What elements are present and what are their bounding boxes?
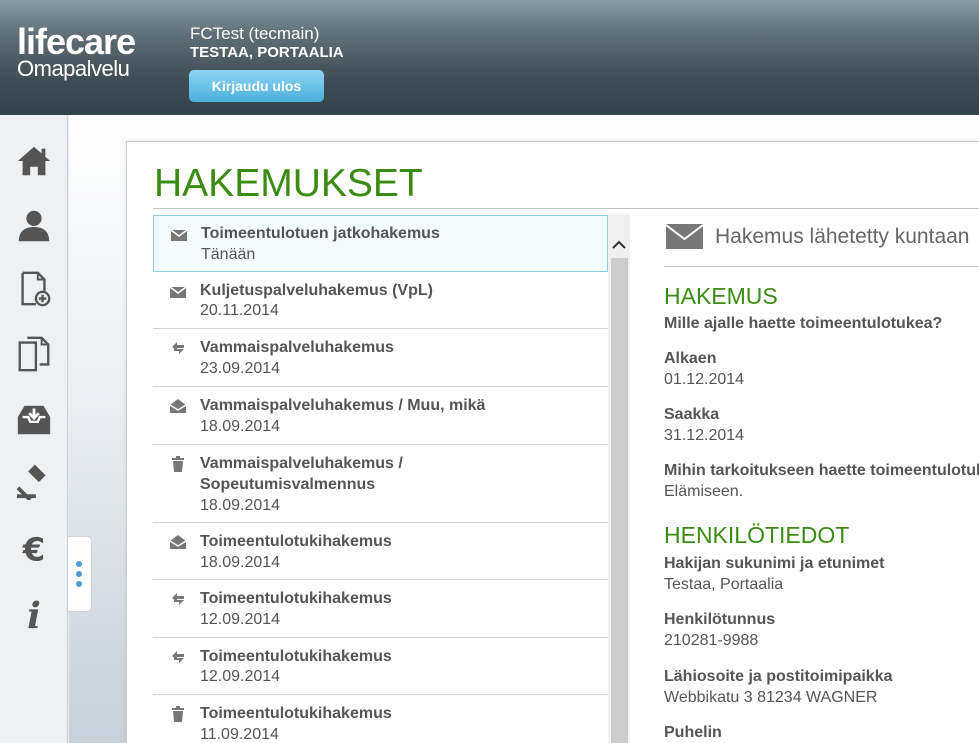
name-value: Testaa, Portaalia — [664, 576, 784, 593]
application-list: Toimeentulotuen jatkohakemus Tänään Kulj… — [153, 214, 608, 743]
user-info: FCTest (tecmain) TESTAA, PORTAALIA — [190, 24, 344, 62]
app-header: lifecare Omapalvelu FCTest (tecmain) TES… — [0, 0, 979, 115]
application-status: Hakemus lähetetty kuntaan — [666, 224, 969, 249]
nav-payments[interactable]: € — [13, 527, 55, 569]
trash-icon — [169, 456, 187, 472]
end-label: Saakka — [664, 406, 720, 423]
envelope-icon — [170, 227, 188, 243]
address-value: Webbikatu 3 81234 WAGNER — [664, 689, 878, 706]
start-label: Alkaen — [664, 350, 717, 367]
list-item-date: 18.09.2014 — [200, 554, 281, 571]
list-item[interactable]: Toimeentulotukihakemus 11.09.2014 — [153, 695, 608, 743]
list-item-date: 18.09.2014 — [200, 418, 281, 435]
list-item[interactable]: Toimeentulotukihakemus 12.09.2014 — [153, 580, 608, 638]
trash-icon — [169, 706, 187, 722]
new-document-icon — [21, 271, 51, 307]
nav-documents[interactable] — [13, 333, 55, 375]
list-item[interactable]: Toimeentulotukihakemus 12.09.2014 — [153, 638, 608, 695]
list-item-date: 12.09.2014 — [200, 668, 281, 685]
nav-home[interactable] — [13, 140, 55, 182]
svg-text:€: € — [22, 530, 45, 567]
title-divider — [153, 208, 979, 209]
nav-info[interactable]: i — [13, 593, 55, 635]
scroll-thumb[interactable] — [611, 258, 628, 743]
documents-icon — [18, 336, 50, 372]
address-label: Lähiosoite ja postitoimipaikka — [664, 668, 893, 685]
chevron-up-icon — [612, 240, 626, 249]
list-item-date: 23.09.2014 — [200, 360, 281, 377]
user-name: FCTest (tecmain) — [190, 24, 320, 43]
question-period: Mille ajalle haette toimeentulotukea? — [664, 315, 943, 332]
end-value: 31.12.2014 — [664, 427, 745, 444]
logo-main-text: lifecare — [17, 21, 136, 62]
scroll-up-button[interactable] — [608, 234, 630, 254]
list-item[interactable]: Vammaispalveluhakemus / Sopeutumisvalmen… — [153, 445, 608, 523]
nav-decisions[interactable] — [13, 460, 55, 502]
person-icon — [18, 210, 50, 242]
list-item-title-cont: Sopeutumisvalmennus — [200, 476, 376, 493]
envelope-icon — [169, 284, 187, 300]
page-title: HAKEMUKSET — [154, 162, 423, 205]
purpose-value: Elämiseen. — [664, 483, 744, 500]
envelope-icon — [666, 224, 703, 249]
nav-collapse-handle[interactable] — [68, 536, 92, 612]
list-item-date: 11.09.2014 — [200, 726, 279, 743]
purpose-label: Mihin tarkoitukseen haette toimeentulotu… — [664, 462, 979, 479]
list-item-title: Toimeentulotuen jatkohakemus — [201, 225, 440, 242]
nav-profile[interactable] — [13, 205, 55, 247]
list-item[interactable]: Vammaispalveluhakemus 23.09.2014 — [153, 329, 608, 387]
svg-text:i: i — [27, 595, 41, 633]
info-icon: i — [27, 595, 41, 633]
list-item-date: 18.09.2014 — [200, 497, 281, 514]
side-nav: € i — [0, 115, 68, 743]
list-item-title: Kuljetuspalveluhakemus (VpL) — [200, 282, 433, 299]
list-item-title: Toimeentulotukihakemus — [200, 533, 392, 550]
euro-icon: € — [22, 530, 45, 567]
home-icon — [17, 146, 51, 176]
gavel-icon — [16, 464, 46, 500]
list-item[interactable]: Toimeentulotukihakemus 18.09.2014 — [153, 523, 608, 580]
list-item-title: Toimeentulotukihakemus — [200, 648, 392, 665]
exchange-icon — [169, 591, 187, 607]
list-item-title: Vammaispalveluhakemus — [200, 339, 394, 356]
list-item[interactable]: Toimeentulotuen jatkohakemus Tänään — [153, 215, 608, 272]
phone-label: Puhelin — [664, 724, 722, 741]
nav-new-application[interactable] — [13, 268, 55, 310]
open-envelope-icon — [169, 398, 187, 414]
list-item-title: Vammaispalveluhakemus / Muu, mikä — [200, 397, 486, 414]
status-text: Hakemus lähetetty kuntaan — [715, 224, 970, 248]
name-label: Hakijan sukunimi ja etunimet — [664, 555, 885, 572]
logout-button[interactable]: Kirjaudu ulos — [189, 70, 324, 102]
list-item-title: Toimeentulotukihakemus — [200, 590, 392, 607]
nav-inbox[interactable] — [13, 398, 55, 440]
list-item-date: 12.09.2014 — [200, 611, 281, 628]
inbox-icon — [17, 405, 51, 435]
section-title-henkilotiedot: HENKILÖTIEDOT — [664, 522, 850, 548]
list-scrollbar[interactable] — [608, 214, 630, 743]
list-item-title: Vammaispalveluhakemus / — [200, 455, 403, 472]
logo-sub-text: Omapalvelu — [17, 56, 130, 81]
user-fullname: TESTAA, PORTAALIA — [190, 44, 344, 61]
list-item-title: Toimeentulotukihakemus — [200, 705, 392, 722]
ssn-value: 210281-9988 — [664, 632, 759, 649]
exchange-icon — [169, 649, 187, 665]
lifecare-logo[interactable]: lifecare Omapalvelu — [17, 21, 136, 81]
list-item-date: Tänään — [201, 246, 256, 263]
open-envelope-icon — [169, 534, 187, 550]
list-item[interactable]: Vammaispalveluhakemus / Muu, mikä 18.09.… — [153, 387, 608, 445]
section-title-hakemus: HAKEMUS — [664, 283, 778, 309]
list-item[interactable]: Kuljetuspalveluhakemus (VpL) 20.11.2014 — [153, 272, 608, 329]
start-value: 01.12.2014 — [664, 371, 745, 388]
exchange-icon — [169, 340, 187, 356]
detail-divider — [664, 266, 979, 267]
list-item-date: 20.11.2014 — [200, 302, 279, 319]
ssn-label: Henkilötunnus — [664, 611, 776, 628]
